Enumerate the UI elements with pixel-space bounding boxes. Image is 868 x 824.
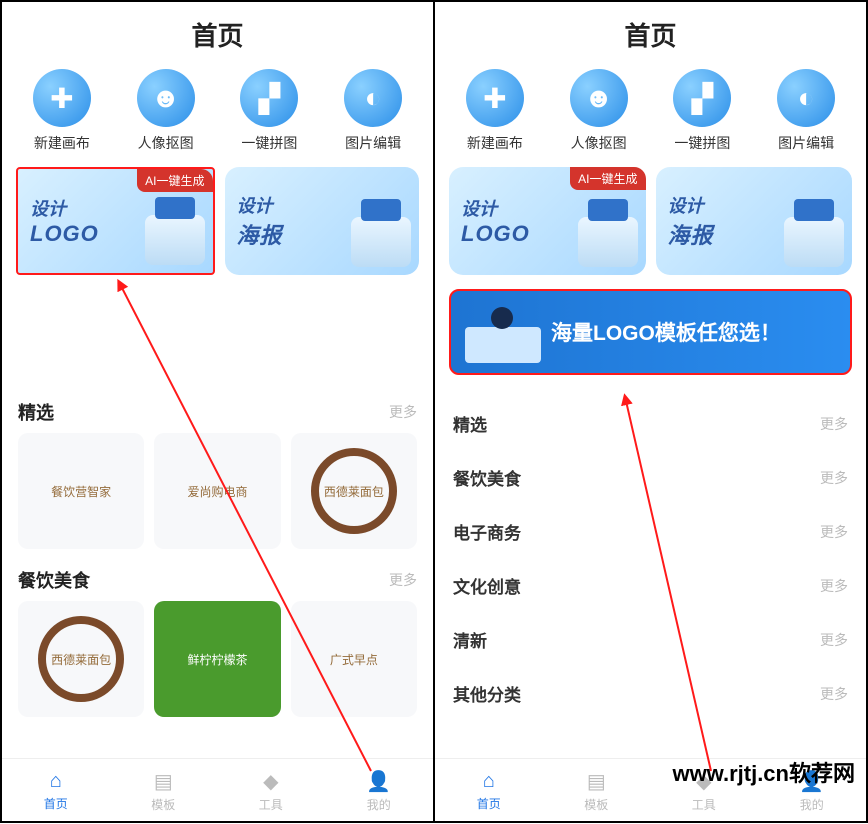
category-food[interactable]: 餐饮美食 更多 xyxy=(451,451,850,505)
ai-badge: AI一键生成 xyxy=(570,167,645,190)
tool-image-edit[interactable]: ◐ 图片编辑 xyxy=(344,69,402,153)
card-poster-line2: 海报 xyxy=(237,218,283,250)
spacer xyxy=(2,275,433,385)
phone-right: 首页 ✚ 新建画布 ☻ 人像抠图 ▞ 一键拼图 ◐ 图片编辑 设计 xyxy=(434,1,867,822)
tool-row: ✚ 新建画布 ☻ 人像抠图 ▞ 一键拼图 ◐ 图片编辑 xyxy=(435,63,866,167)
picture-icon: ◐ xyxy=(344,69,402,127)
template-thumb[interactable]: 广式早点 xyxy=(291,601,417,717)
plus-canvas-icon: ✚ xyxy=(33,69,91,127)
tools-icon: ◆ xyxy=(263,769,278,794)
card-logo-line2: LOGO xyxy=(30,221,99,247)
tab-templates[interactable]: ▤ 模板 xyxy=(151,769,175,813)
puzzle-icon: ▞ xyxy=(240,69,298,127)
tab-bar: ⌂ 首页 ▤ 模板 ◆ 工具 👤 我的 xyxy=(2,758,433,821)
tool-new-canvas[interactable]: ✚ 新建画布 xyxy=(466,69,524,153)
template-thumb[interactable]: 西德莱面包 xyxy=(291,433,417,549)
category-list: 精选 更多 餐饮美食 更多 电子商务 更多 文化创意 更多 清新 更多 其他分类… xyxy=(435,383,866,725)
template-icon: ▤ xyxy=(587,769,606,794)
more-link[interactable]: 更多 xyxy=(820,576,848,596)
banner-row: 设计 LOGO AI一键生成 设计 海报 xyxy=(2,167,433,275)
tab-home[interactable]: ⌂ 首页 xyxy=(44,770,68,812)
card-logo-line2: LOGO xyxy=(461,221,530,247)
home-icon: ⌂ xyxy=(483,770,495,793)
plus-canvas-icon: ✚ xyxy=(466,69,524,127)
template-icon: ▤ xyxy=(154,769,173,794)
section-title: 餐饮美食 xyxy=(18,567,90,593)
picture-icon: ◐ xyxy=(777,69,835,127)
card-logo-line1: 设计 xyxy=(30,195,99,221)
card-design-logo[interactable]: 设计 LOGO AI一键生成 xyxy=(16,167,215,275)
category-other[interactable]: 其他分类 更多 xyxy=(451,667,850,721)
more-link[interactable]: 更多 xyxy=(389,402,417,422)
category-featured[interactable]: 精选 更多 xyxy=(451,397,850,451)
template-thumb[interactable]: 爱尚购电商 xyxy=(154,433,280,549)
section-featured: 精选 更多 餐饮营智家 爱尚购电商 西德莱面包 xyxy=(2,385,433,553)
card-poster-line2: 海报 xyxy=(668,218,714,250)
phone-left: 首页 ✚ 新建画布 ☻ 人像抠图 ▞ 一键拼图 ◐ 图片编辑 设计 xyxy=(1,1,434,822)
category-ecommerce[interactable]: 电子商务 更多 xyxy=(451,505,850,559)
face-icon: ☻ xyxy=(137,69,195,127)
card-poster-line1: 设计 xyxy=(668,192,714,218)
app-comparison: 首页 ✚ 新建画布 ☻ 人像抠图 ▞ 一键拼图 ◐ 图片编辑 设计 xyxy=(0,0,868,823)
card-poster-line1: 设计 xyxy=(237,192,283,218)
section-title: 精选 xyxy=(18,399,54,425)
watermark: www.rjtj.cn软荐网 xyxy=(672,756,855,788)
more-link[interactable]: 更多 xyxy=(820,522,848,542)
category-fresh[interactable]: 清新 更多 xyxy=(451,613,850,667)
more-link[interactable]: 更多 xyxy=(389,570,417,590)
tool-collage[interactable]: ▞ 一键拼图 xyxy=(240,69,298,153)
tab-templates[interactable]: ▤ 模板 xyxy=(584,769,608,813)
banner-text: 海量LOGO模板任您选！ xyxy=(551,317,781,347)
more-link[interactable]: 更多 xyxy=(820,684,848,704)
page-title: 首页 xyxy=(2,2,433,63)
banner-row: 设计 LOGO AI一键生成 设计 海报 xyxy=(435,167,866,275)
tool-portrait-cutout[interactable]: ☻ 人像抠图 xyxy=(137,69,195,153)
card-design-poster[interactable]: 设计 海报 xyxy=(225,167,420,275)
template-thumb[interactable]: 餐饮营智家 xyxy=(18,433,144,549)
home-icon: ⌂ xyxy=(50,770,62,793)
tool-row: ✚ 新建画布 ☻ 人像抠图 ▞ 一键拼图 ◐ 图片编辑 xyxy=(2,63,433,167)
ai-badge: AI一键生成 xyxy=(137,169,212,192)
card-design-poster[interactable]: 设计 海报 xyxy=(656,167,853,275)
card-design-logo[interactable]: 设计 LOGO AI一键生成 xyxy=(449,167,646,275)
more-link[interactable]: 更多 xyxy=(820,630,848,650)
category-creative[interactable]: 文化创意 更多 xyxy=(451,559,850,613)
desk-graphic-icon xyxy=(465,327,541,363)
tab-profile[interactable]: 👤 我的 xyxy=(366,769,391,813)
tab-tools[interactable]: ◆ 工具 xyxy=(259,769,283,813)
card-logo-line1: 设计 xyxy=(461,195,530,221)
poster-graphic-icon xyxy=(784,217,844,267)
tool-image-edit[interactable]: ◐ 图片编辑 xyxy=(777,69,835,153)
page-title: 首页 xyxy=(435,2,866,63)
template-library-banner[interactable]: 海量LOGO模板任您选！ xyxy=(449,289,852,375)
profile-icon: 👤 xyxy=(366,769,391,794)
tool-portrait-cutout[interactable]: ☻ 人像抠图 xyxy=(570,69,628,153)
puzzle-icon: ▞ xyxy=(673,69,731,127)
tool-new-canvas[interactable]: ✚ 新建画布 xyxy=(33,69,91,153)
more-link[interactable]: 更多 xyxy=(820,414,848,434)
poster-graphic-icon xyxy=(351,217,411,267)
more-link[interactable]: 更多 xyxy=(820,468,848,488)
logo-graphic-icon xyxy=(578,217,638,267)
template-thumb[interactable]: 西德莱面包 xyxy=(18,601,144,717)
person-graphic-icon xyxy=(491,307,513,329)
tool-collage[interactable]: ▞ 一键拼图 xyxy=(673,69,731,153)
face-icon: ☻ xyxy=(570,69,628,127)
tab-home[interactable]: ⌂ 首页 xyxy=(477,770,501,812)
section-food: 餐饮美食 更多 西德莱面包 鲜柠柠檬茶 广式早点 xyxy=(2,553,433,721)
logo-graphic-icon xyxy=(145,215,205,265)
template-thumb[interactable]: 鲜柠柠檬茶 xyxy=(154,601,280,717)
